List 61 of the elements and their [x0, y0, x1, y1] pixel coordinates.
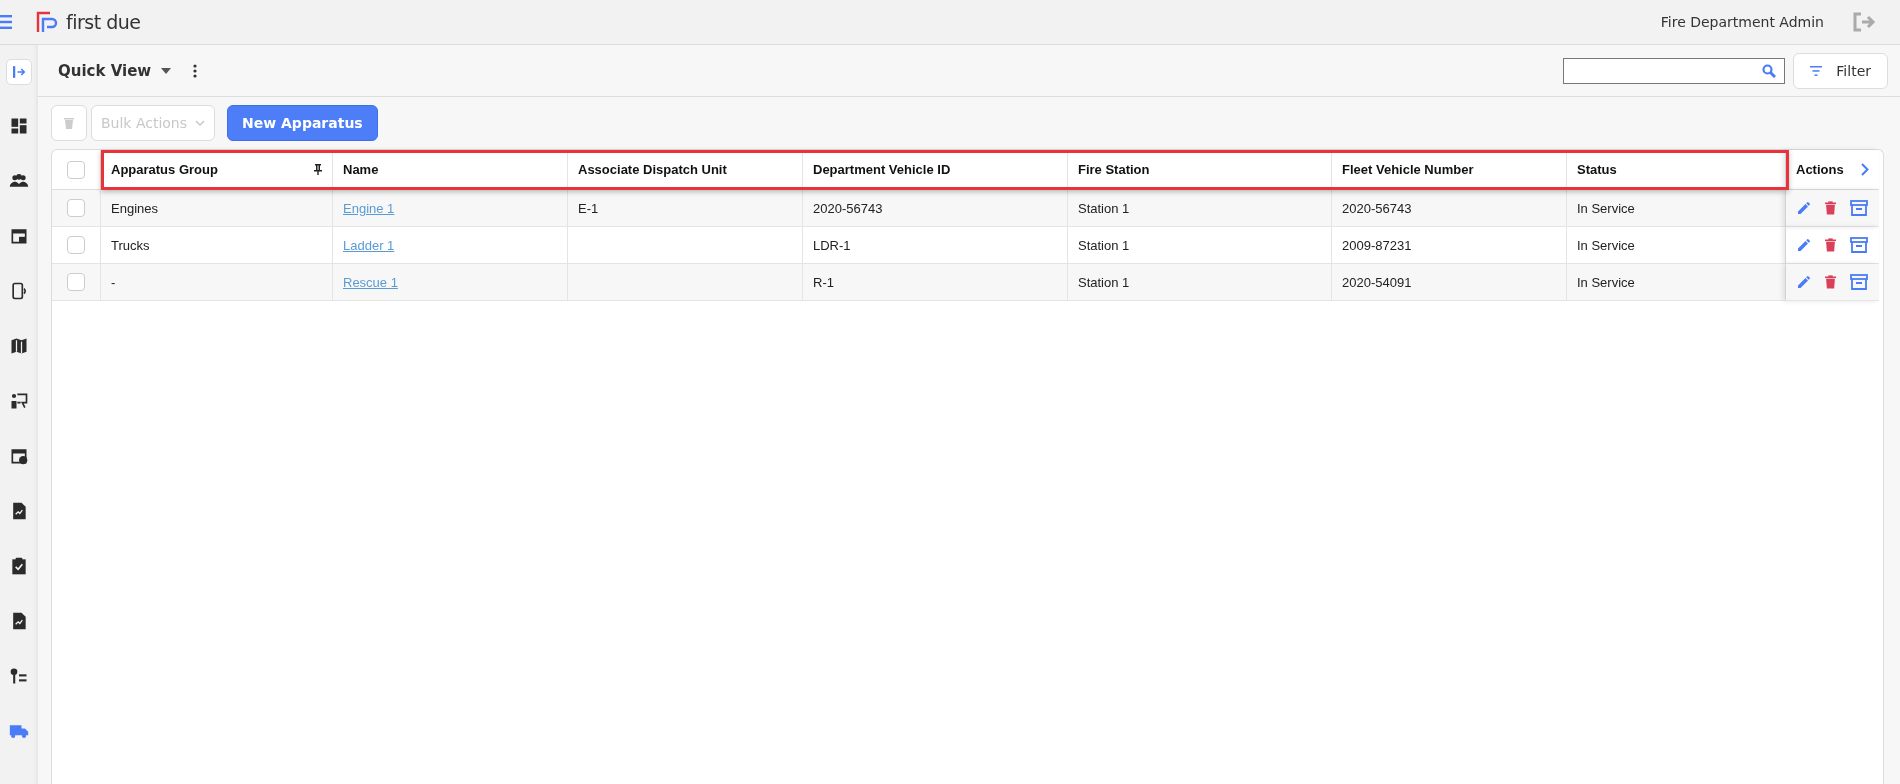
trash-icon[interactable]: [1825, 238, 1836, 252]
table-cell: LDR-1: [813, 237, 851, 253]
logo-icon: [36, 11, 58, 33]
edit-icon[interactable]: [1797, 238, 1811, 252]
column-header[interactable]: Department Vehicle ID: [813, 162, 951, 177]
table-cell: -: [111, 274, 116, 290]
row-checkbox[interactable]: [67, 273, 85, 291]
trash-icon: [64, 117, 74, 129]
device-icon[interactable]: [9, 281, 29, 301]
pin-icon[interactable]: [314, 164, 322, 175]
calendar-icon[interactable]: [9, 226, 29, 246]
row-checkbox[interactable]: [67, 236, 85, 254]
collapse-icon[interactable]: [6, 59, 32, 85]
table-cell: 2020-56743: [1342, 200, 1412, 216]
filter-button[interactable]: Filter: [1793, 52, 1888, 89]
event-icon[interactable]: [9, 446, 29, 466]
row-checkbox[interactable]: [67, 199, 85, 217]
table-cell: In Service: [1577, 274, 1635, 290]
table-cell: 2009-87231: [1342, 237, 1412, 253]
archive-icon[interactable]: [1850, 274, 1868, 290]
column-header[interactable]: Apparatus Group: [111, 162, 218, 177]
table-cell: Trucks: [111, 237, 150, 253]
new-apparatus-button[interactable]: New Apparatus: [227, 105, 378, 141]
user-name: Fire Department Admin: [1660, 14, 1824, 30]
map-icon[interactable]: [9, 336, 29, 356]
edit-icon[interactable]: [1797, 275, 1811, 289]
edit-icon[interactable]: [1797, 201, 1811, 215]
table-cell: R-1: [813, 274, 834, 290]
caret-icon: [195, 120, 206, 126]
trash-icon[interactable]: [1825, 201, 1836, 215]
select-all-checkbox[interactable]: [67, 160, 85, 179]
column-header[interactable]: Status: [1577, 162, 1617, 177]
chevron-right-icon[interactable]: [1861, 163, 1869, 176]
table-cell: Engines: [111, 200, 158, 216]
table-cell: E-1: [578, 200, 599, 216]
dashboard-icon[interactable]: [9, 116, 29, 136]
trash-icon[interactable]: [1825, 275, 1836, 289]
presenter-icon[interactable]: [9, 391, 29, 411]
archive-icon[interactable]: [1850, 237, 1868, 253]
caret-icon[interactable]: [161, 67, 172, 74]
brand-name: first due: [66, 11, 141, 33]
column-header: Actions: [1796, 162, 1844, 177]
table-cell: In Service: [1577, 237, 1635, 253]
filter-icon: [1810, 65, 1823, 76]
view-selector[interactable]: Quick View: [58, 61, 152, 80]
archive-icon[interactable]: [1850, 200, 1868, 216]
column-header[interactable]: Name: [343, 162, 379, 177]
column-header[interactable]: Fire Station: [1078, 162, 1150, 177]
table-cell: Station 1: [1078, 274, 1130, 290]
keylist-icon[interactable]: [9, 666, 29, 686]
table-cell: 2020-56743: [813, 200, 883, 216]
table-cell: Station 1: [1078, 237, 1130, 253]
column-header[interactable]: Associate Dispatch Unit: [578, 162, 727, 177]
more-icon[interactable]: [193, 63, 198, 78]
column-header[interactable]: Fleet Vehicle Number: [1342, 162, 1474, 177]
search-field[interactable]: [1563, 57, 1786, 84]
clipboard-icon[interactable]: [9, 556, 29, 576]
table-cell: Station 1: [1078, 200, 1130, 216]
table-cell: 2020-54091: [1342, 274, 1412, 290]
search-icon[interactable]: [1762, 63, 1777, 78]
table-cell: In Service: [1577, 200, 1635, 216]
